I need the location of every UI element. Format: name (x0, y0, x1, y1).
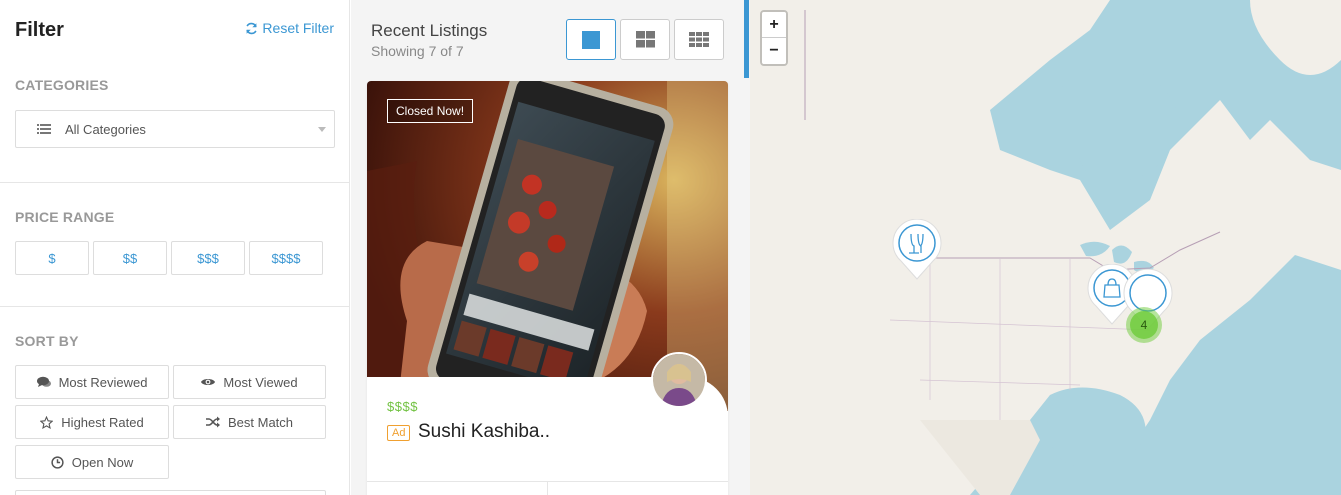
sort-by-section: SORT BY Most Reviewed Most Viewed Highes… (0, 308, 349, 495)
zoom-control: + − (760, 10, 788, 66)
map-tiles (750, 0, 1341, 495)
grid-3-view-button[interactable] (674, 19, 724, 60)
grid-2-view-button[interactable] (620, 19, 670, 60)
list-view-button[interactable] (566, 19, 616, 60)
sort-open-now-button[interactable]: Open Now (15, 445, 169, 479)
listings-panel: Recent Listings Showing 7 of 7 Closed No… (351, 0, 744, 495)
categories-selected-value: All Categories (65, 121, 146, 137)
grid-3-icon (689, 32, 709, 47)
sort-option-label: Most Viewed (223, 374, 298, 390)
price-option-1[interactable]: $ (15, 241, 89, 275)
reset-filter-label: Reset Filter (262, 20, 334, 36)
cluster-count: 4 (1130, 311, 1158, 339)
list-view-icon (582, 30, 600, 49)
listing-footer (367, 481, 728, 495)
price-range-options: $ $$ $$$ $$$$ (15, 241, 323, 275)
sort-highest-rated-button[interactable]: Highest Rated (15, 405, 169, 439)
sort-option-label: Open Now (71, 454, 134, 470)
price-option-2[interactable]: $$ (93, 241, 167, 275)
price-option-3[interactable]: $$$ (171, 241, 245, 275)
refresh-icon (246, 22, 258, 34)
sort-option-label: Highest Rated (61, 414, 144, 430)
sort-most-viewed-button[interactable]: Most Viewed (173, 365, 326, 399)
listings-count: Showing 7 of 7 (371, 43, 464, 59)
scrollbar-thumb[interactable] (744, 0, 749, 78)
footer-divider (547, 482, 548, 495)
sort-most-reviewed-button[interactable]: Most Reviewed (15, 365, 169, 399)
star-icon (40, 415, 54, 429)
listing-price: $$$$ (387, 399, 418, 414)
sort-best-match-button[interactable]: Best Match (173, 405, 326, 439)
list-icon (37, 124, 51, 134)
listing-card[interactable]: Closed Now! $$$$ Ad Sushi Kashiba.. (367, 81, 728, 495)
more-filters-box[interactable] (15, 490, 326, 495)
shuffle-icon (205, 416, 220, 428)
restaurant-marker[interactable] (891, 218, 943, 286)
sort-by-label: SORT BY (15, 333, 79, 349)
reset-filter-link[interactable]: Reset Filter (245, 20, 334, 36)
marker-cluster[interactable]: 4 (1126, 307, 1162, 343)
price-range-section: PRICE RANGE $ $$ $$$ $$$$ (0, 184, 349, 307)
categories-select[interactable]: All Categories (15, 110, 335, 148)
closed-now-badge: Closed Now! (387, 99, 474, 123)
listing-title[interactable]: Sushi Kashiba.. (418, 421, 550, 443)
restaurant-marker-icon (892, 218, 942, 280)
comments-icon (36, 376, 51, 387)
filter-sidebar: Filter Reset Filter CATEGORIES All Categ… (0, 0, 350, 495)
chevron-down-icon (318, 127, 326, 132)
listings-title: Recent Listings (371, 21, 488, 40)
map[interactable]: + − 4 (750, 0, 1341, 495)
sort-option-label: Most Reviewed (58, 374, 148, 390)
clock-icon (51, 455, 64, 469)
grid-2-icon (635, 31, 655, 48)
categories-label: CATEGORIES (15, 77, 109, 93)
price-option-4[interactable]: $$$$ (249, 241, 323, 275)
eye-icon (201, 379, 216, 385)
price-range-label: PRICE RANGE (15, 209, 115, 225)
categories-section: CATEGORIES All Categories (0, 60, 349, 183)
filter-title: Filter (15, 19, 64, 41)
zoom-in-button[interactable]: + (762, 12, 786, 38)
filter-header: Filter Reset Filter (0, 0, 349, 60)
owner-avatar[interactable] (651, 352, 707, 408)
ad-badge: Ad (387, 425, 411, 441)
sort-option-label: Best Match (227, 414, 294, 430)
zoom-out-button[interactable]: − (762, 38, 786, 64)
